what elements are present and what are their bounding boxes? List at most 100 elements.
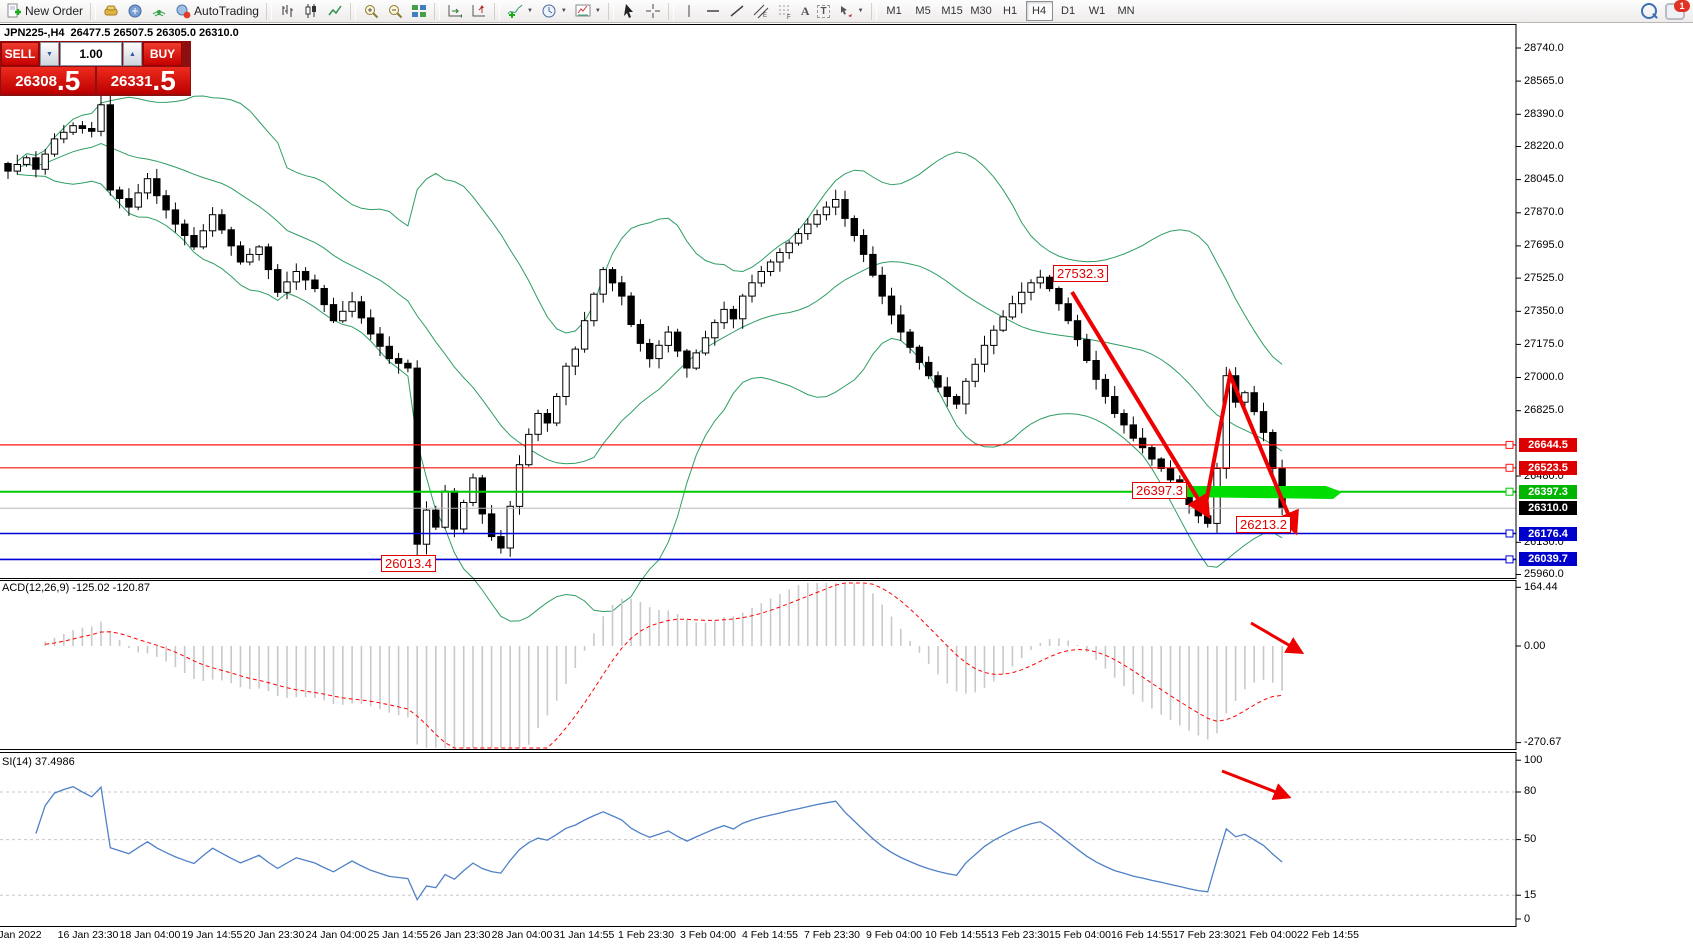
cursor-icon bbox=[621, 3, 637, 19]
timeframe-mn[interactable]: MN bbox=[1113, 1, 1140, 21]
svg-text:F: F bbox=[787, 15, 791, 19]
dropdown-caret-icon: ▼ bbox=[527, 8, 533, 14]
text-tool-button[interactable]: A bbox=[797, 1, 814, 21]
zoom-in-button[interactable] bbox=[359, 1, 383, 21]
text-label-icon: T bbox=[817, 5, 829, 18]
price-annotation-label[interactable]: 26213.2 bbox=[1236, 516, 1291, 533]
chart-shift-button[interactable] bbox=[467, 1, 491, 21]
price-axis-tick: 28220.0 bbox=[1524, 140, 1564, 152]
templates-button[interactable]: ▼ bbox=[571, 1, 605, 21]
macd-axis-tick: -270.67 bbox=[1524, 736, 1561, 748]
price-annotation-label[interactable]: 27532.3 bbox=[1053, 265, 1108, 282]
price-line-label: 26397.3 bbox=[1519, 485, 1577, 499]
ohlc-values: 26477.5 26507.5 26305.0 26310.0 bbox=[71, 27, 239, 39]
rsi-axis-tick: 100 bbox=[1524, 754, 1542, 766]
tile-windows-icon bbox=[411, 3, 427, 19]
candlestick-chart-button[interactable] bbox=[299, 1, 323, 21]
volume-increase-button[interactable]: ▲ bbox=[123, 42, 142, 66]
autotrading-icon bbox=[175, 3, 191, 19]
toolbar-separator bbox=[668, 3, 674, 20]
horizontal-line-button[interactable] bbox=[701, 1, 725, 21]
volume-input[interactable] bbox=[60, 42, 122, 66]
equidistant-channel-button[interactable]: E bbox=[749, 1, 773, 21]
text-tool-icon: A bbox=[801, 4, 810, 19]
timeframe-m5[interactable]: M5 bbox=[910, 1, 937, 21]
price-annotation-label[interactable]: 26397.3 bbox=[1132, 482, 1187, 499]
metaeditor-icon bbox=[127, 3, 143, 19]
dropdown-caret-icon: ▼ bbox=[858, 8, 864, 14]
zoom-out-button[interactable] bbox=[383, 1, 407, 21]
periods-button[interactable]: ▼ bbox=[537, 1, 571, 21]
rsi-axis-tick: 0 bbox=[1524, 913, 1530, 925]
rsi-axis-tick: 80 bbox=[1524, 785, 1536, 797]
trendline-button[interactable] bbox=[725, 1, 749, 21]
chart-title: JPN225-,H4 26477.5 26507.5 26305.0 26310.… bbox=[4, 27, 239, 39]
arrows-tool-button[interactable]: ▼ bbox=[834, 1, 868, 21]
new-order-button[interactable]: New Order bbox=[2, 1, 87, 21]
profiles-button[interactable] bbox=[99, 1, 123, 21]
timeframe-m30[interactable]: M30 bbox=[968, 1, 995, 21]
arrows-tool-icon bbox=[838, 3, 854, 19]
dropdown-caret-icon: ▼ bbox=[561, 8, 567, 14]
text-label-button[interactable]: T bbox=[813, 1, 833, 21]
timeframe-h4[interactable]: H4 bbox=[1026, 1, 1053, 21]
line-chart-button[interactable] bbox=[323, 1, 347, 21]
new-order-icon bbox=[6, 3, 22, 19]
timeframe-d1[interactable]: D1 bbox=[1055, 1, 1082, 21]
price-axis-tick: 27350.0 bbox=[1524, 305, 1564, 317]
price-axis-tick: 27175.0 bbox=[1524, 338, 1564, 350]
candlestick-chart-icon bbox=[303, 3, 319, 19]
vertical-line-button[interactable] bbox=[677, 1, 701, 21]
sell-price-frac: .5 bbox=[57, 68, 80, 94]
sell-button[interactable]: SELL bbox=[1, 42, 39, 66]
bar-chart-icon bbox=[279, 3, 295, 19]
indicators-icon bbox=[507, 3, 523, 19]
price-line-label: 26039.7 bbox=[1519, 552, 1577, 566]
bar-chart-button[interactable] bbox=[275, 1, 299, 21]
symbol-timeframe: JPN225-,H4 bbox=[4, 27, 65, 39]
toolbar-separator bbox=[871, 3, 877, 20]
autotrading-button[interactable]: AutoTrading bbox=[171, 1, 263, 21]
signals-button[interactable] bbox=[147, 1, 171, 21]
timeframe-h1[interactable]: H1 bbox=[997, 1, 1024, 21]
chart-shift-icon bbox=[471, 3, 487, 19]
timeframe-m1[interactable]: M1 bbox=[881, 1, 908, 21]
tile-windows-button[interactable] bbox=[407, 1, 431, 21]
time-axis-label: 22 Feb 14:55 bbox=[1283, 929, 1373, 941]
price-axis-tick: 25960.0 bbox=[1524, 568, 1564, 580]
timeframe-toolbar: M1M5M15M30H1H4D1W1MN bbox=[880, 1, 1141, 21]
line-chart-icon bbox=[327, 3, 343, 19]
timeframe-m15[interactable]: M15 bbox=[939, 1, 966, 21]
vertical-line-icon bbox=[681, 3, 697, 19]
buy-button[interactable]: BUY bbox=[143, 42, 182, 66]
crosshair-icon bbox=[645, 3, 661, 19]
fibonacci-icon: F bbox=[777, 3, 793, 19]
crosshair-button[interactable] bbox=[641, 1, 665, 21]
mt4-window: { "toolbar": { "new_order_label": "New O… bbox=[0, 0, 1693, 946]
search-icon[interactable] bbox=[1641, 3, 1657, 19]
volume-decrease-button[interactable]: ▼ bbox=[40, 42, 59, 66]
metaeditor-button[interactable] bbox=[123, 1, 147, 21]
horizontal-line-icon bbox=[705, 3, 721, 19]
sell-price-main: 26308 bbox=[15, 70, 57, 94]
auto-scroll-icon bbox=[447, 3, 463, 19]
chat-icon[interactable]: 1 bbox=[1665, 3, 1685, 20]
buy-price-frac: .5 bbox=[152, 68, 175, 94]
new-order-label: New Order bbox=[25, 4, 83, 18]
profiles-icon bbox=[103, 3, 119, 19]
indicators-button[interactable]: ▼ bbox=[503, 1, 537, 21]
chart-canvas[interactable] bbox=[0, 0, 1693, 946]
fibonacci-button[interactable]: F bbox=[773, 1, 797, 21]
auto-scroll-button[interactable] bbox=[443, 1, 467, 21]
price-axis-tick: 27695.0 bbox=[1524, 239, 1564, 251]
timeframe-w1[interactable]: W1 bbox=[1084, 1, 1111, 21]
sell-price[interactable]: 26308.5 bbox=[1, 67, 95, 94]
cursor-button[interactable] bbox=[617, 1, 641, 21]
main-toolbar: New Order AutoTrading ▼ ▼ ▼ E F A T ▼ M1… bbox=[0, 0, 1693, 23]
price-annotation-label[interactable]: 26013.4 bbox=[381, 555, 436, 572]
rsi-axis-tick: 50 bbox=[1524, 833, 1536, 845]
price-line-label: 26523.5 bbox=[1519, 461, 1577, 475]
price-axis-tick: 28390.0 bbox=[1524, 108, 1564, 120]
rsi-label: SI(14) 37.4986 bbox=[2, 756, 75, 768]
buy-price[interactable]: 26331.5 bbox=[97, 67, 191, 94]
